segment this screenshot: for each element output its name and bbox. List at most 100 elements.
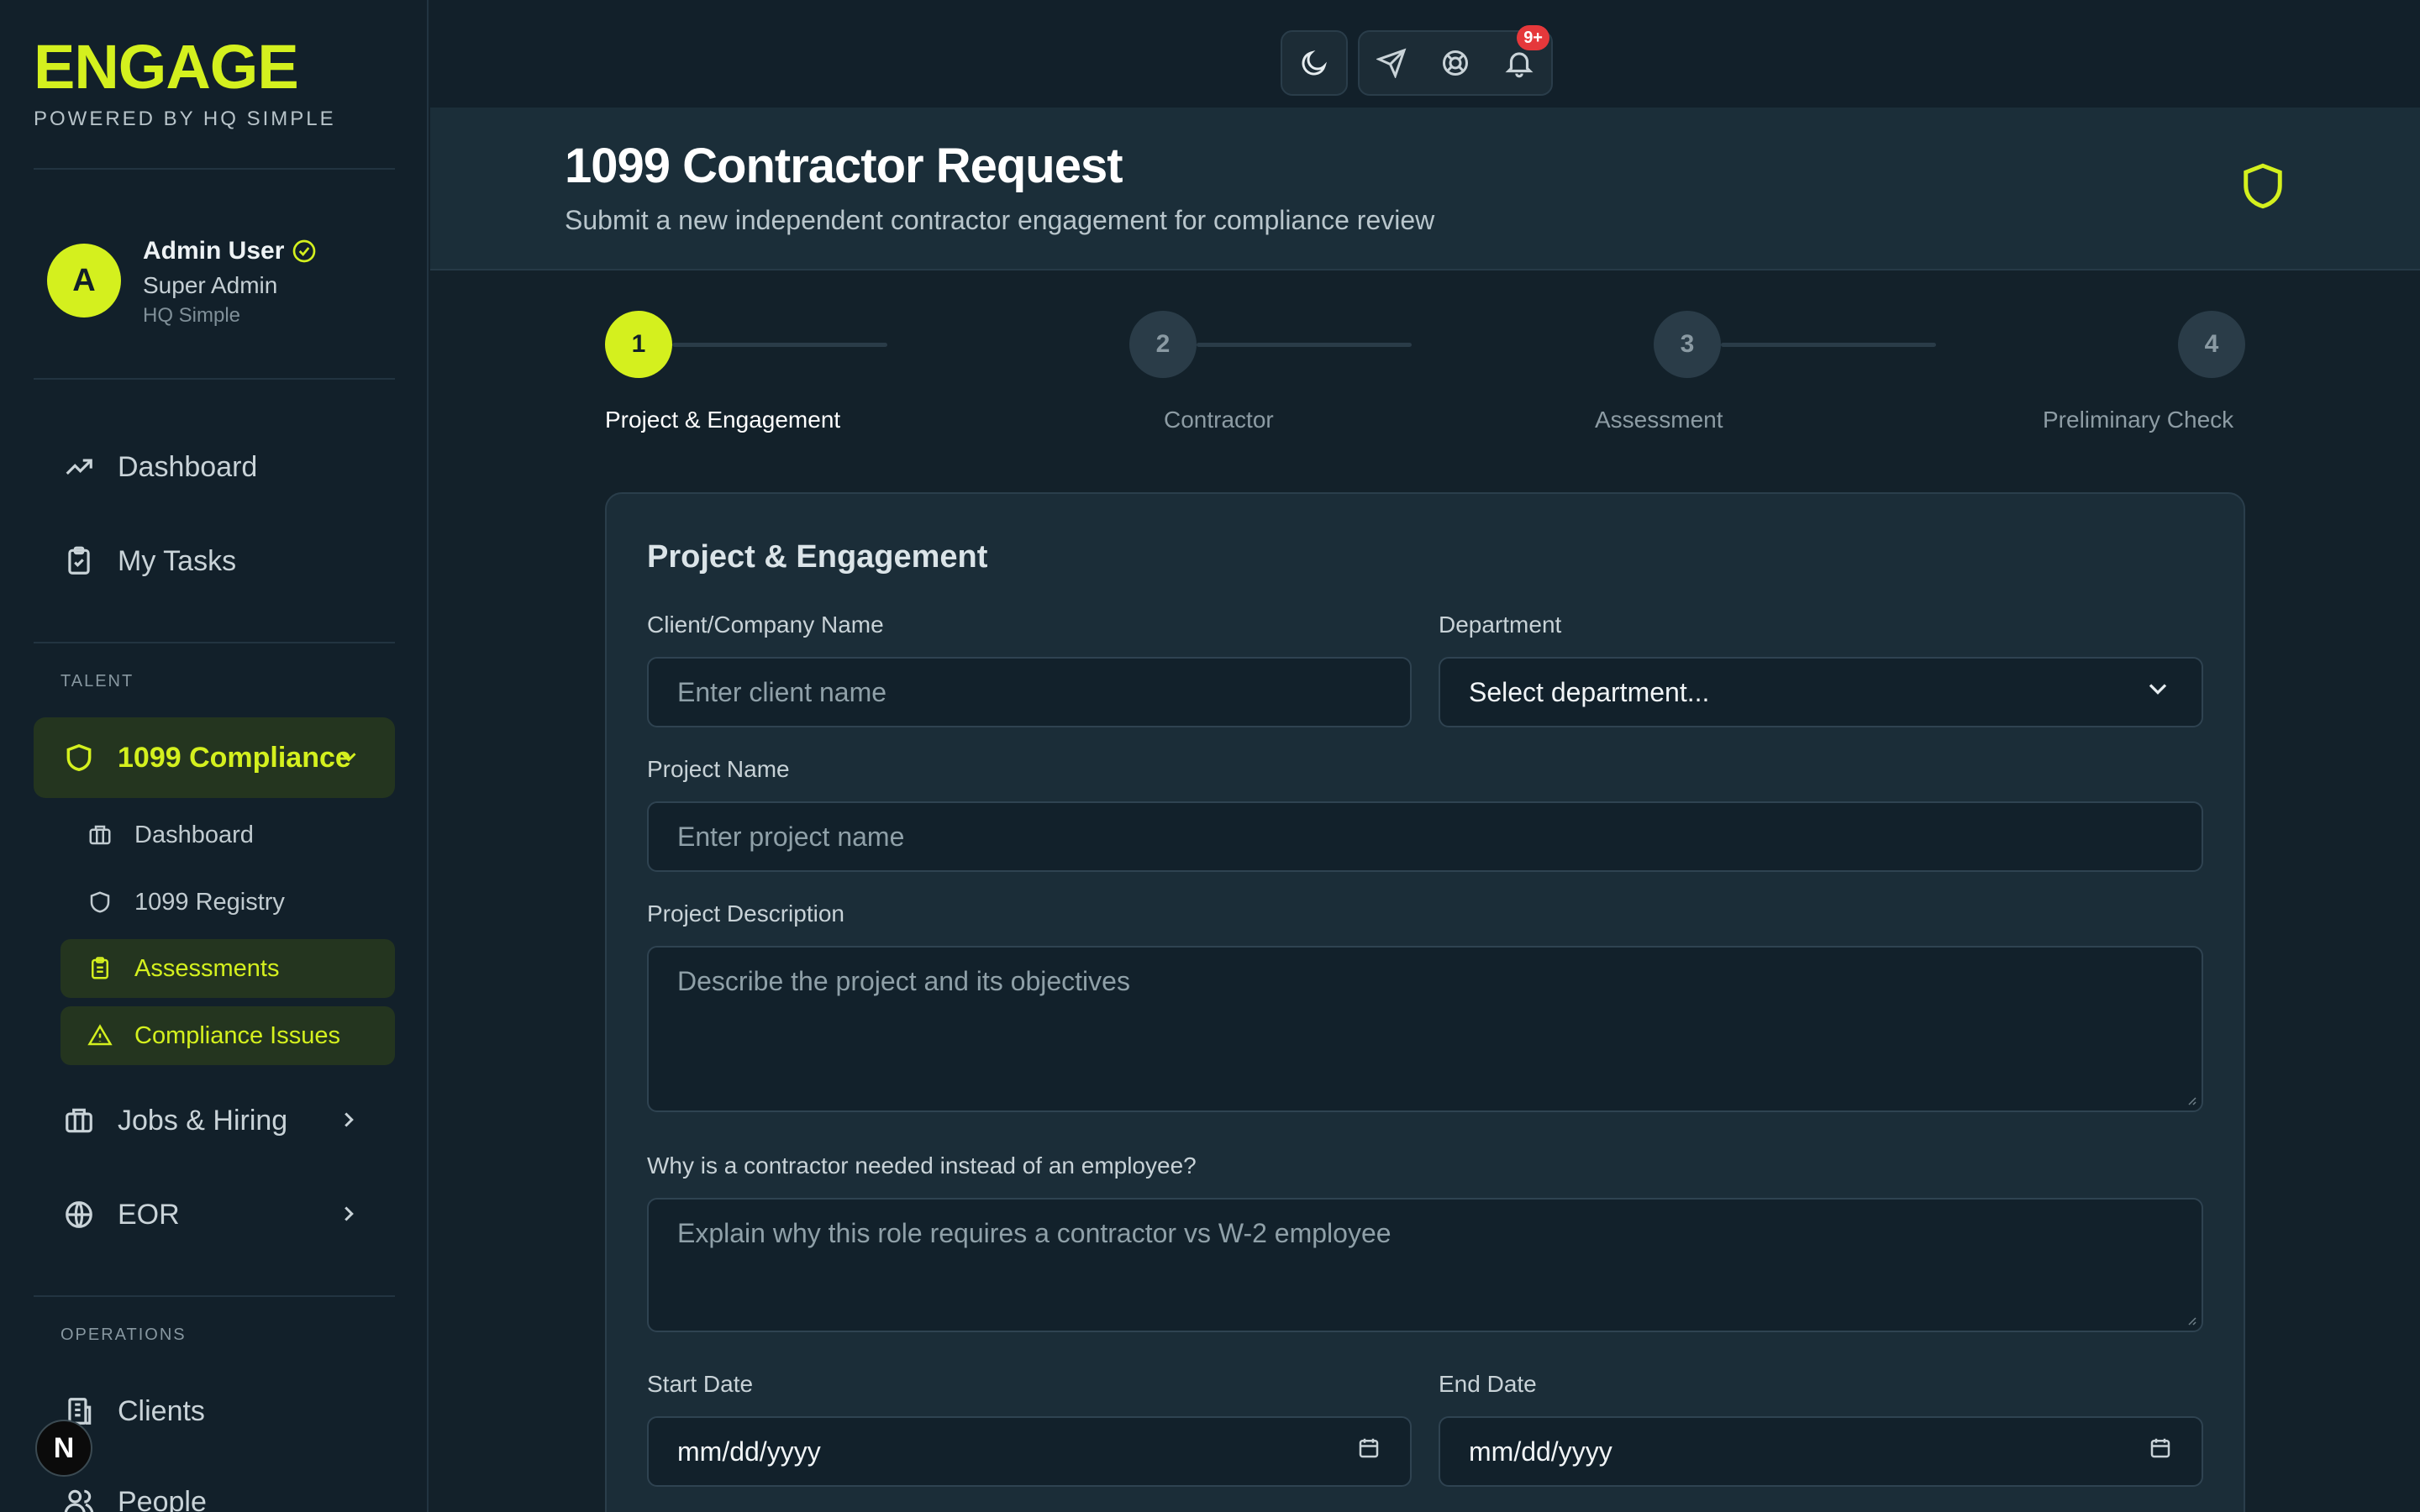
sub-item-1099-registry[interactable]: 1099 Registry bbox=[60, 873, 395, 932]
start-date-label: Start Date bbox=[647, 1371, 754, 1397]
nav-dashboard-label: Dashboard bbox=[118, 450, 258, 483]
end-date-label: End Date bbox=[1439, 1371, 1537, 1397]
nav-eor-label: EOR bbox=[118, 1198, 180, 1231]
department-label: Department bbox=[1439, 612, 1562, 638]
sub-item-compliance-issues[interactable]: Compliance Issues bbox=[60, 1006, 395, 1065]
step-2-label: Contractor bbox=[1164, 407, 1274, 433]
notification-count-badge: 9+ bbox=[1517, 25, 1549, 50]
trending-up-icon bbox=[60, 449, 97, 486]
step-2-circle[interactable]: 2 bbox=[1129, 311, 1197, 378]
section-label-operations: OPERATIONS bbox=[60, 1326, 187, 1344]
resize-grip-icon[interactable] bbox=[2185, 1314, 2196, 1326]
users-icon bbox=[60, 1483, 97, 1512]
client-name-input[interactable]: Enter client name bbox=[647, 657, 1412, 727]
sidebar: ENGAGE POWERED BY HQ SIMPLE A Admin User… bbox=[0, 0, 429, 1512]
department-select[interactable]: Select department... bbox=[1439, 657, 2203, 727]
topbar: 9+ bbox=[430, 0, 2420, 108]
clipboard-check-icon bbox=[60, 543, 97, 580]
sub-item-dashboard-label: Dashboard bbox=[134, 821, 254, 848]
start-date-input[interactable]: mm/dd/yyyy bbox=[647, 1416, 1412, 1487]
chevron-right-icon bbox=[336, 1107, 361, 1140]
chevron-right-icon bbox=[336, 1201, 361, 1234]
chevron-down-icon bbox=[2143, 674, 2173, 711]
divider bbox=[34, 1295, 395, 1297]
nav-1099-compliance-label: 1099 Compliance bbox=[118, 741, 351, 774]
divider bbox=[34, 642, 395, 643]
calendar-icon[interactable] bbox=[2148, 1436, 2173, 1467]
nav-clients-label: Clients bbox=[118, 1394, 205, 1427]
sub-item-compliance-issues-label: Compliance Issues bbox=[134, 1021, 340, 1049]
step-3-label: Assessment bbox=[1595, 407, 1723, 433]
send-button[interactable] bbox=[1360, 32, 1423, 94]
project-name-input[interactable]: Enter project name bbox=[647, 801, 2203, 872]
why-contractor-textarea[interactable]: Explain why this role requires a contrac… bbox=[647, 1198, 2203, 1332]
step-3-circle[interactable]: 3 bbox=[1654, 311, 1721, 378]
shield-icon bbox=[86, 888, 114, 916]
notifications-button[interactable]: 9+ bbox=[1487, 25, 1551, 94]
clipboard-list-icon bbox=[86, 954, 114, 983]
department-select-value: Select department... bbox=[1469, 676, 1710, 707]
project-description-placeholder: Describe the project and its objectives bbox=[677, 966, 1130, 996]
nav-dashboard[interactable]: Dashboard bbox=[34, 428, 395, 506]
help-button[interactable] bbox=[1423, 32, 1487, 94]
user-org: HQ Simple bbox=[143, 304, 241, 327]
step-4-label: Preliminary Check bbox=[2043, 407, 2234, 433]
resize-grip-icon[interactable] bbox=[2185, 1094, 2196, 1105]
chevron-down-icon bbox=[336, 744, 361, 777]
sub-item-assessments[interactable]: Assessments bbox=[60, 939, 395, 998]
bell-icon bbox=[1505, 52, 1534, 78]
user-name: Admin User bbox=[143, 237, 318, 265]
nav-eor[interactable]: EOR bbox=[34, 1176, 395, 1253]
user-profile[interactable]: A Admin User Super Admin HQ Simple bbox=[47, 237, 318, 328]
briefcase-icon bbox=[60, 1102, 97, 1139]
step-connector bbox=[1197, 343, 1412, 347]
brand-logo[interactable]: ENGAGE POWERED BY HQ SIMPLE bbox=[34, 34, 336, 131]
step-connector bbox=[672, 343, 887, 347]
user-role: Super Admin bbox=[143, 272, 278, 298]
topbar-actions: 9+ bbox=[1358, 25, 1553, 96]
start-date-value: mm/dd/yyyy bbox=[677, 1436, 821, 1467]
step-connector bbox=[1721, 343, 1936, 347]
user-name-text: Admin User bbox=[143, 237, 285, 265]
verified-icon bbox=[293, 239, 316, 263]
form-card: Project & Engagement Client/Company Name… bbox=[605, 492, 2245, 1512]
calendar-icon[interactable] bbox=[1356, 1436, 1381, 1467]
avatar: A bbox=[47, 244, 121, 318]
divider bbox=[34, 168, 395, 170]
project-description-label: Project Description bbox=[647, 900, 844, 927]
form-section-title: Project & Engagement bbox=[647, 539, 988, 575]
page-header: 1099 Contractor Request Submit a new ind… bbox=[430, 108, 2420, 270]
client-label: Client/Company Name bbox=[647, 612, 884, 638]
globe-icon bbox=[60, 1196, 97, 1233]
shield-icon bbox=[2240, 160, 2286, 218]
step-4-circle[interactable]: 4 bbox=[2178, 311, 2245, 378]
section-label-talent: TALENT bbox=[60, 672, 134, 690]
brand-title: ENGAGE bbox=[34, 32, 299, 102]
sub-item-assessments-label: Assessments bbox=[134, 954, 280, 982]
moon-icon bbox=[1282, 32, 1346, 94]
briefcase-icon bbox=[86, 821, 114, 849]
nav-my-tasks[interactable]: My Tasks bbox=[34, 522, 395, 600]
brand-subtitle: POWERED BY HQ SIMPLE bbox=[34, 108, 336, 130]
sub-item-1099-registry-label: 1099 Registry bbox=[134, 888, 285, 916]
nav-jobs-hiring[interactable]: Jobs & Hiring bbox=[34, 1082, 395, 1159]
page-title: 1099 Contractor Request bbox=[565, 139, 1123, 193]
sub-item-dashboard[interactable]: Dashboard bbox=[60, 806, 395, 864]
step-1-circle[interactable]: 1 bbox=[605, 311, 672, 378]
nav-jobs-hiring-label: Jobs & Hiring bbox=[118, 1104, 288, 1137]
send-icon bbox=[1376, 48, 1407, 78]
theme-toggle-button[interactable] bbox=[1281, 30, 1348, 96]
lifebuoy-icon bbox=[1443, 50, 1468, 76]
alert-triangle-icon bbox=[86, 1021, 114, 1050]
end-date-input[interactable]: mm/dd/yyyy bbox=[1439, 1416, 2203, 1487]
end-date-value: mm/dd/yyyy bbox=[1469, 1436, 1612, 1467]
nav-my-tasks-label: My Tasks bbox=[118, 544, 237, 577]
nav-people[interactable]: People bbox=[34, 1463, 395, 1512]
framework-badge[interactable]: N bbox=[35, 1420, 92, 1477]
nav-1099-compliance[interactable]: 1099 Compliance bbox=[34, 717, 395, 798]
project-description-textarea[interactable]: Describe the project and its objectives bbox=[647, 946, 2203, 1112]
why-contractor-placeholder: Explain why this role requires a contrac… bbox=[677, 1218, 1392, 1248]
nav-people-label: People bbox=[118, 1485, 207, 1512]
step-1-label: Project & Engagement bbox=[605, 407, 841, 433]
divider bbox=[34, 378, 395, 380]
